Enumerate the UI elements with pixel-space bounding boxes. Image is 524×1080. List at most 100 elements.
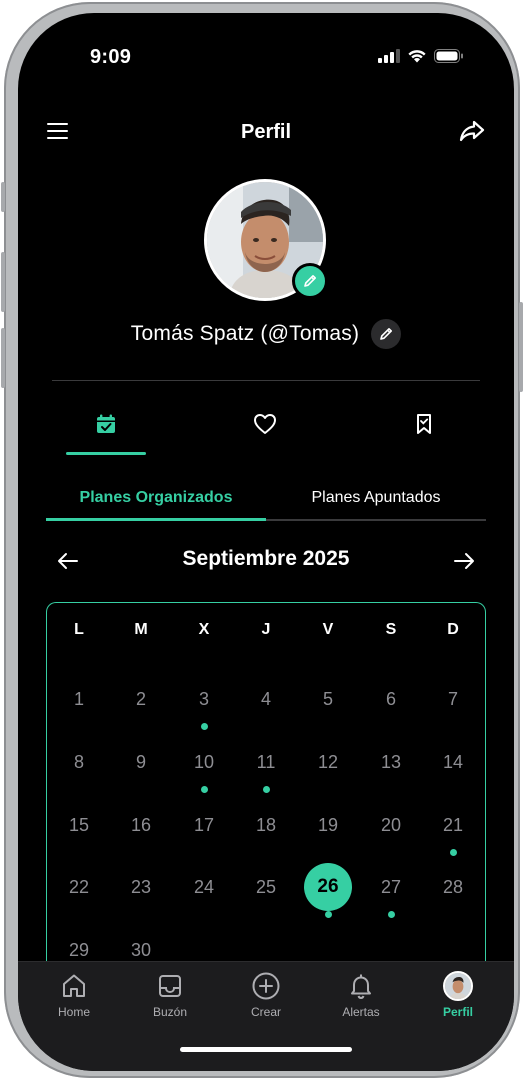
icon-tab-bar [18, 409, 514, 459]
profile-name-row: Tomás Spatz (@Tomas) [18, 319, 514, 349]
bottom-navigation: Home Buzón Crear Alertas Perfil [18, 961, 514, 1071]
pencil-icon [380, 328, 393, 340]
weekday-label: S [385, 621, 397, 638]
nav-alertas[interactable]: Alertas [321, 970, 401, 1019]
month-label: Septiembre 2025 [182, 547, 350, 570]
nav-crear-label: Crear [250, 1005, 281, 1019]
calendar-day[interactable]: 17 [180, 801, 228, 849]
nav-home-label: Home [57, 1005, 90, 1019]
calendar-day[interactable]: 19 [304, 801, 352, 849]
profile-name: Tomás Spatz (@Tomas) [130, 322, 360, 345]
plan-indicator-dot [200, 786, 208, 793]
calendar-day[interactable]: 15 [55, 801, 103, 849]
calendar-day[interactable]: 1 [55, 675, 103, 723]
inbox-icon [159, 975, 181, 997]
status-time: 9:09 [90, 46, 132, 68]
home-indicator [180, 1047, 352, 1052]
tab-liked-plans[interactable] [225, 409, 305, 455]
plan-indicator-dot [449, 849, 457, 856]
volume-up-button [1, 252, 5, 312]
active-tab-indicator [66, 452, 146, 455]
calendar-day[interactable]: 7 [429, 675, 477, 723]
calendar-day[interactable]: 24 [180, 863, 228, 911]
weekday-header: LMXJVSD [47, 621, 485, 645]
calendar-check-icon [97, 414, 115, 433]
calendar-day[interactable]: 11 [242, 738, 290, 786]
heart-icon [254, 414, 276, 434]
plan-indicator-dot [387, 911, 395, 918]
weekday-label: L [74, 621, 84, 638]
signal-icon [378, 49, 400, 63]
tab-saved-plans[interactable] [384, 409, 464, 455]
profile-divider [52, 380, 480, 381]
share-button[interactable] [458, 117, 486, 145]
calendar-day[interactable]: 20 [367, 801, 415, 849]
tab-planes-organizados[interactable]: Planes Organizados [46, 477, 266, 519]
page-title: Perfil [240, 121, 292, 143]
calendar-day[interactable]: 18 [242, 801, 290, 849]
nav-perfil[interactable]: Perfil [418, 970, 498, 1019]
calendar-day[interactable]: 6 [367, 675, 415, 723]
calendar-day[interactable]: 8 [55, 738, 103, 786]
calendar-day[interactable]: 2 [117, 675, 165, 723]
wifi-icon [408, 50, 426, 63]
calendar-day-selected[interactable]: 26 [304, 863, 352, 911]
tab-planes-apuntados[interactable]: Planes Apuntados [266, 477, 486, 519]
plan-indicator-dot [200, 723, 208, 730]
arrow-right-icon [454, 553, 474, 569]
calendar-day[interactable]: 5 [304, 675, 352, 723]
name-edit-button[interactable] [371, 319, 402, 349]
avatar-edit-button[interactable] [292, 263, 328, 299]
weekday-label: M [134, 621, 148, 638]
top-bar: Perfil [18, 111, 514, 155]
pencil-icon [304, 275, 316, 287]
nav-buzon-label: Buzón [152, 1005, 188, 1019]
plan-indicator-dot [324, 911, 332, 918]
next-month-button[interactable] [450, 547, 478, 575]
calendar-day[interactable]: 10 [180, 738, 228, 786]
calendar-day[interactable]: 21 [429, 801, 477, 849]
share-icon [459, 120, 485, 142]
action-button [1, 182, 5, 212]
calendar-day[interactable]: 22 [55, 863, 103, 911]
weekday-label: J [261, 621, 271, 638]
nav-buzon[interactable]: Buzón [130, 970, 210, 1019]
weekday-label: D [447, 621, 459, 638]
plus-circle-icon [252, 972, 280, 1000]
bookmark-icon [417, 414, 431, 434]
status-icons [378, 49, 464, 63]
dynamic-island [204, 41, 328, 77]
power-button [519, 302, 523, 392]
nav-crear[interactable]: Crear [226, 970, 306, 1019]
home-icon [63, 974, 85, 997]
calendar-day[interactable]: 12 [304, 738, 352, 786]
nav-perfil-label: Perfil [442, 1005, 473, 1019]
weekday-label: X [198, 621, 210, 638]
volume-down-button [1, 328, 5, 388]
calendar-day[interactable]: 28 [429, 863, 477, 911]
calendar-day[interactable]: 3 [180, 675, 228, 723]
calendar-day[interactable]: 25 [242, 863, 290, 911]
plans-tab-bar: Planes Organizados Planes Apuntados [46, 477, 486, 521]
active-tab-underline [46, 518, 266, 521]
nav-alertas-label: Alertas [342, 1005, 380, 1019]
calendar-grid: LMXJVSD 1 2 3 4 5 6 7 8 9 10 11 12 13 14 15 16 17 18 19 20 2… [46, 602, 486, 1022]
battery-icon [434, 49, 463, 63]
calendar-day[interactable]: 16 [117, 801, 165, 849]
screen: 9:09 Perfil Tomás Spatz (@Tomas) Planes … [18, 13, 514, 1071]
calendar-day[interactable]: 14 [429, 738, 477, 786]
month-navigation: Septiembre 2025 [18, 543, 514, 579]
profile-avatar-container [204, 179, 328, 301]
phone-frame: 9:09 Perfil Tomás Spatz (@Tomas) Planes … [1, 2, 523, 1078]
weekday-label: V [322, 621, 334, 638]
calendar-day[interactable]: 23 [117, 863, 165, 911]
calendar-day[interactable]: 27 [367, 863, 415, 911]
calendar-day[interactable]: 9 [117, 738, 165, 786]
nav-home[interactable]: Home [34, 970, 114, 1019]
calendar-day[interactable]: 4 [242, 675, 290, 723]
plan-indicator-dot [262, 786, 270, 793]
tab-organized-plans[interactable] [66, 409, 146, 455]
bell-icon [351, 974, 371, 1000]
status-bar: 9:09 [18, 13, 514, 103]
calendar-day[interactable]: 13 [367, 738, 415, 786]
